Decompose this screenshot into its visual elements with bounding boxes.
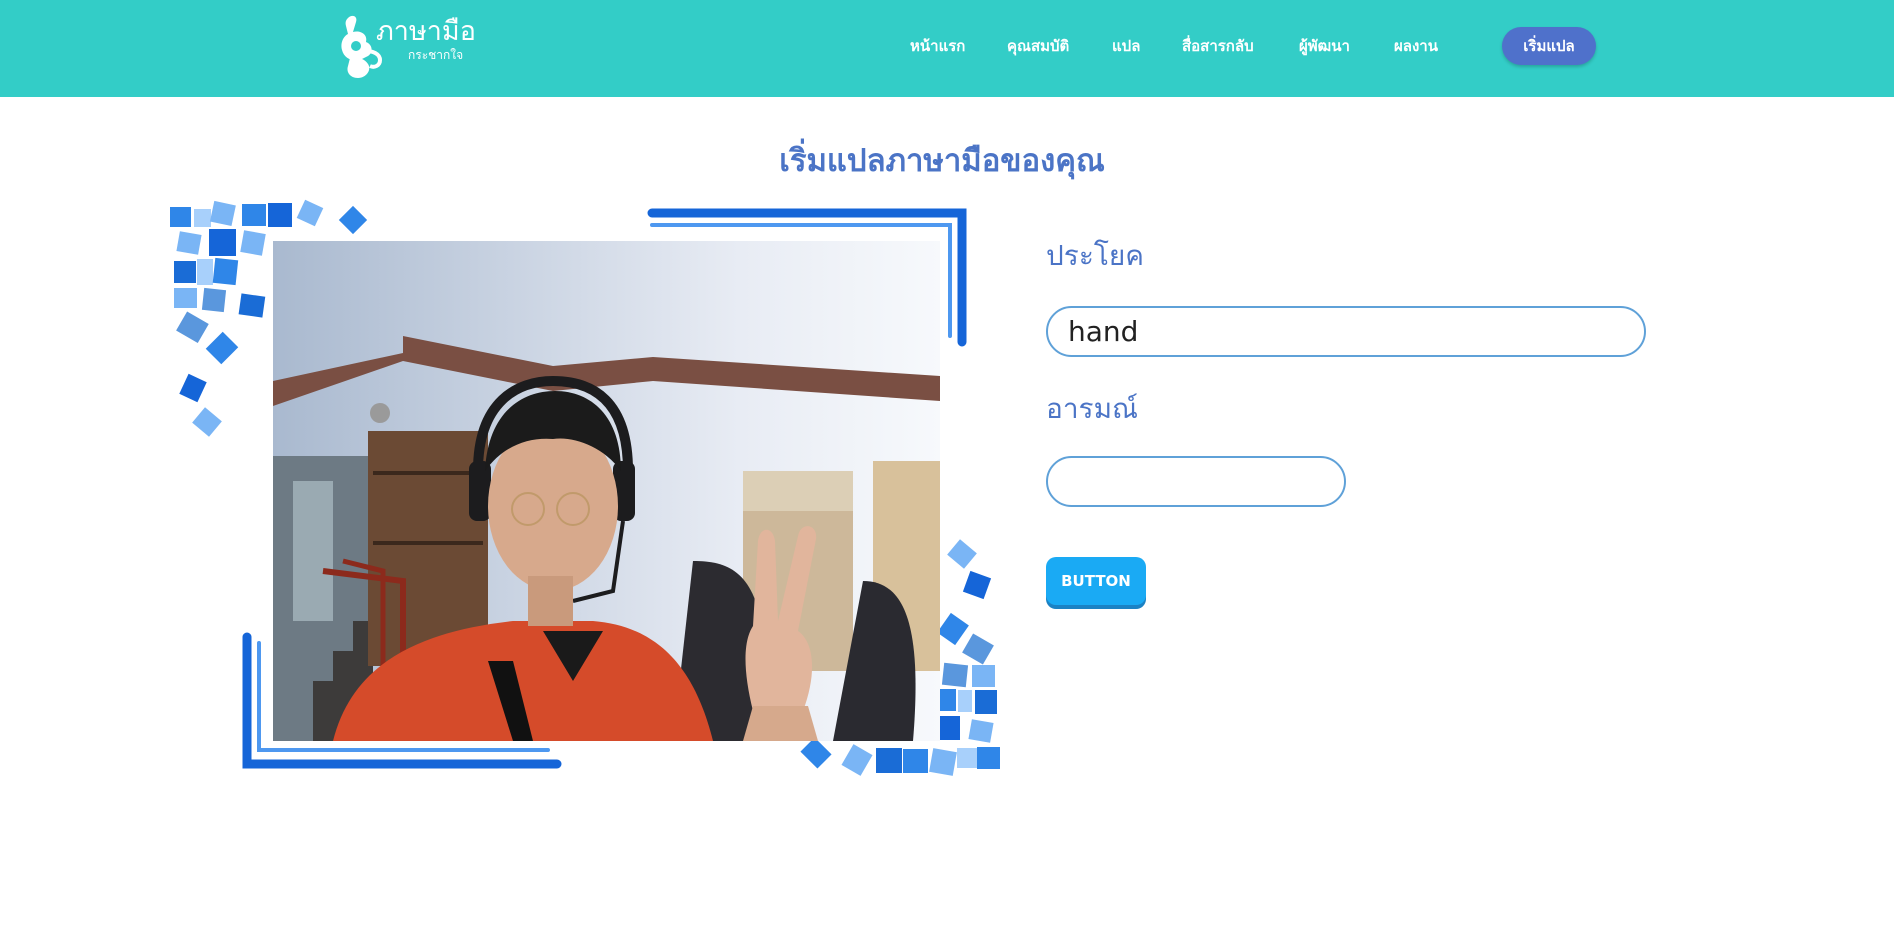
webcam-image: [273, 241, 940, 741]
sentence-label: ประโยค: [1046, 239, 1145, 272]
emotion-input[interactable]: [1046, 456, 1346, 507]
emotion-label: อารมณ์: [1046, 392, 1139, 425]
webcam-feed: [273, 241, 940, 741]
sentence-input[interactable]: [1046, 306, 1646, 357]
action-button[interactable]: BUTTON: [1046, 557, 1146, 605]
